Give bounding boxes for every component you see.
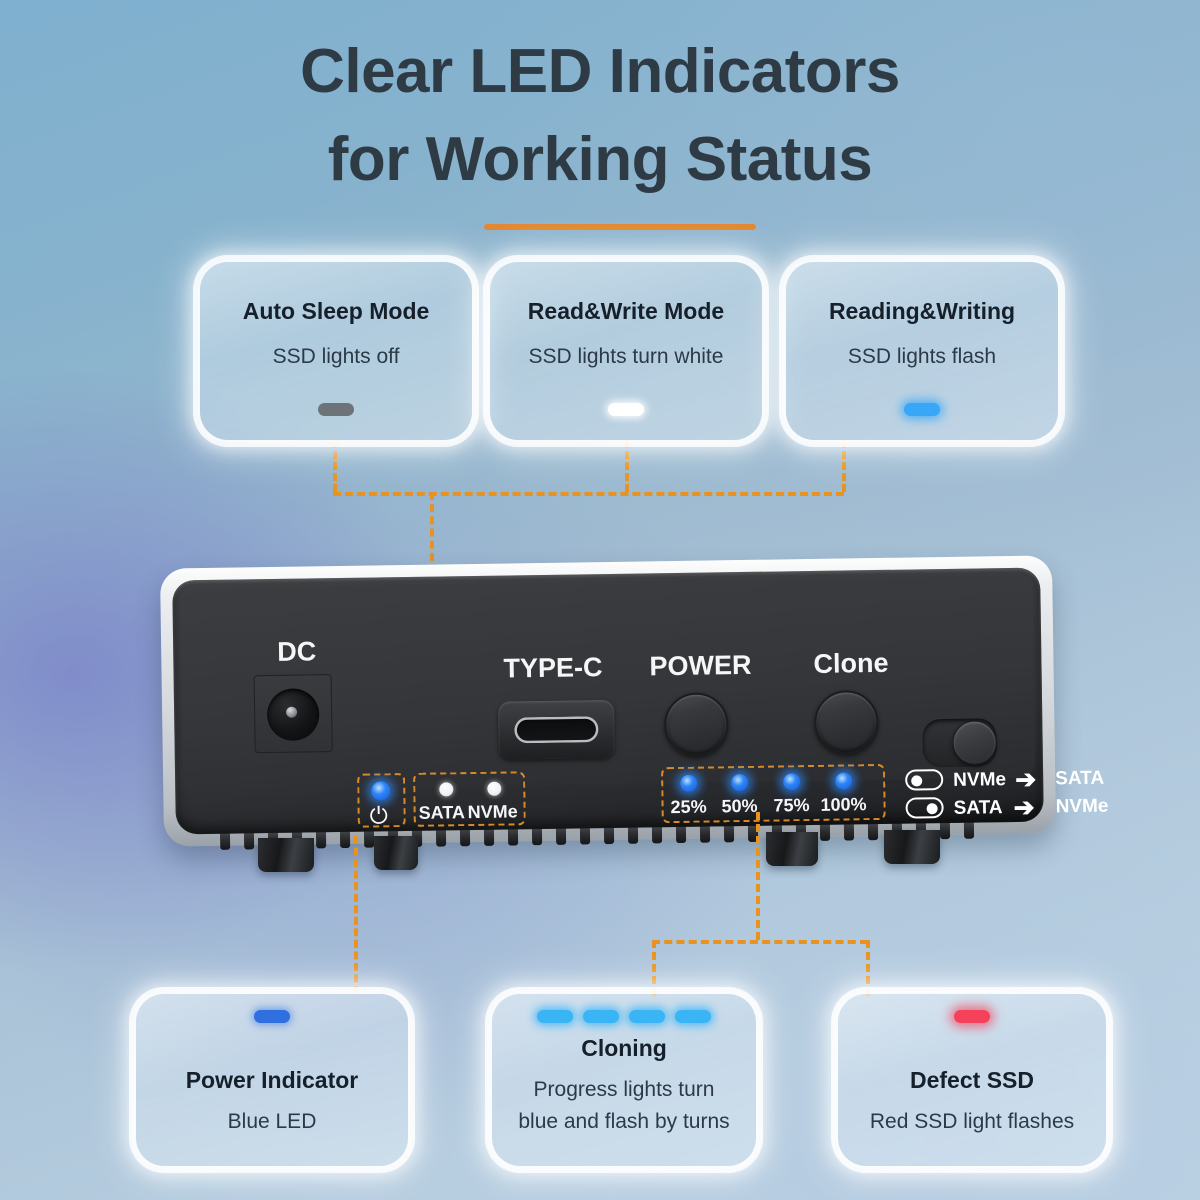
- clone-button-label: Clone: [813, 647, 889, 679]
- title-line-1: Clear LED Indicators: [300, 37, 900, 106]
- card-title: Defect SSD: [910, 1067, 1034, 1093]
- led-pill-blue-icon: [254, 1010, 290, 1023]
- progress-label-50: 50%: [721, 795, 758, 817]
- progress-label-75: 75%: [773, 795, 810, 816]
- led-pill-white-icon: [608, 402, 644, 416]
- led-preview-group: [200, 402, 472, 416]
- title-line-2: for Working Status: [327, 125, 873, 195]
- nvme-led-label: NVMe: [467, 801, 518, 823]
- connector-top-bus-stub: [430, 492, 431, 496]
- typec-label: TYPE-C: [503, 652, 603, 684]
- led-pill-cyan-icon: [675, 1010, 711, 1023]
- card-title: Cloning: [581, 1035, 667, 1061]
- card-read-write-mode[interactable]: Read&Write Mode SSD lights turn white: [490, 262, 762, 440]
- power-button-label: POWER: [649, 649, 752, 682]
- dc-label: DC: [277, 636, 317, 667]
- card-defect-ssd[interactable]: Defect SSD Red SSD light flashes: [838, 994, 1106, 1166]
- toggle-icon-sata-to-nvme: [905, 797, 944, 819]
- clone-mode-1-from: NVMe: [953, 769, 1007, 791]
- card-subtitle: Red SSD light flashes: [869, 1110, 1075, 1133]
- infographic-canvas: Clear LED Indicators for Working Status …: [0, 0, 1200, 1200]
- progress-label-100: 100%: [820, 794, 867, 815]
- connector-top-card-2: [625, 440, 629, 492]
- card-subtitle: Progress lights turn: [533, 1078, 715, 1101]
- led-preview-group: [136, 1010, 408, 1023]
- led-pill-red-icon: [954, 1010, 990, 1023]
- clone-mode-2-to: NVMe: [1055, 795, 1109, 818]
- toggle-knob: [926, 802, 938, 814]
- arrow-right-icon: ➔: [1013, 793, 1035, 822]
- led-preview-group: [838, 1010, 1106, 1023]
- arrow-right-icon: ➔: [1015, 765, 1037, 794]
- title-underline-accent: [484, 224, 756, 230]
- connector-bottom-to-cloning: [652, 940, 656, 996]
- device-front-panel: DC TYPE-C POWER Clone ⏻ SATA NVMe 25% 50…: [172, 567, 1109, 835]
- connector-bottom-power: [354, 836, 358, 994]
- led-pill-cyan-icon: [537, 1010, 573, 1023]
- dc-jack-center-pin: [286, 706, 298, 718]
- connector-bottom-bus: [652, 940, 868, 944]
- sata-led-label: SATA: [418, 802, 466, 823]
- page-title: Clear LED Indicators for Working Status: [0, 28, 1200, 204]
- led-preview-group: [490, 402, 762, 416]
- clone-mode-2-from: SATA: [953, 797, 1003, 819]
- device-foot: [884, 830, 940, 864]
- card-reading-writing[interactable]: Reading&Writing SSD lights flash: [786, 262, 1058, 440]
- led-pill-cyan-icon: [583, 1010, 619, 1023]
- ssd-docking-station-device: DC TYPE-C POWER Clone ⏻ SATA NVMe 25% 50…: [158, 552, 1109, 872]
- nvme-status-led: [487, 781, 502, 796]
- led-pill-cyan-icon: [629, 1010, 665, 1023]
- card-title: Read&Write Mode: [527, 298, 725, 324]
- card-subtitle: SSD lights off: [272, 345, 400, 368]
- card-cloning[interactable]: Cloning Progress lights turn blue and fl…: [492, 994, 756, 1166]
- led-pill-off-icon: [318, 402, 354, 416]
- connector-bottom-to-defect: [866, 940, 870, 996]
- toggle-knob: [911, 774, 923, 787]
- clone-mode-1-to: SATA: [1055, 767, 1105, 790]
- card-subtitle: SSD lights turn white: [528, 345, 724, 368]
- card-power-indicator[interactable]: Power Indicator Blue LED: [136, 994, 408, 1166]
- card-title: Reading&Writing: [828, 298, 1016, 324]
- card-auto-sleep-mode[interactable]: Auto Sleep Mode SSD lights off: [200, 262, 472, 440]
- device-foot: [258, 838, 314, 872]
- device-foot: [766, 832, 818, 866]
- card-subtitle: SSD lights flash: [847, 345, 997, 368]
- toggle-icon-nvme-to-sata: [905, 769, 944, 791]
- connector-bottom-progress-drop: [756, 812, 760, 940]
- led-pill-blue-icon: [904, 402, 940, 416]
- typec-port[interactable]: [514, 716, 599, 744]
- connector-top-bus: [333, 492, 844, 496]
- card-title: Auto Sleep Mode: [242, 298, 430, 324]
- progress-label-25: 25%: [670, 796, 707, 818]
- connector-top-card-3: [842, 440, 846, 492]
- progress-led-50: [731, 773, 749, 792]
- led-preview-group: [786, 402, 1058, 416]
- power-symbol-icon: ⏻: [369, 802, 389, 829]
- led-preview-group: [492, 1010, 756, 1023]
- card-subtitle-line2: blue and flash by turns: [518, 1109, 730, 1133]
- card-subtitle: Blue LED: [227, 1110, 317, 1133]
- connector-top-card-1: [333, 440, 337, 492]
- device-foot: [374, 836, 418, 870]
- card-title: Power Indicator: [185, 1067, 359, 1093]
